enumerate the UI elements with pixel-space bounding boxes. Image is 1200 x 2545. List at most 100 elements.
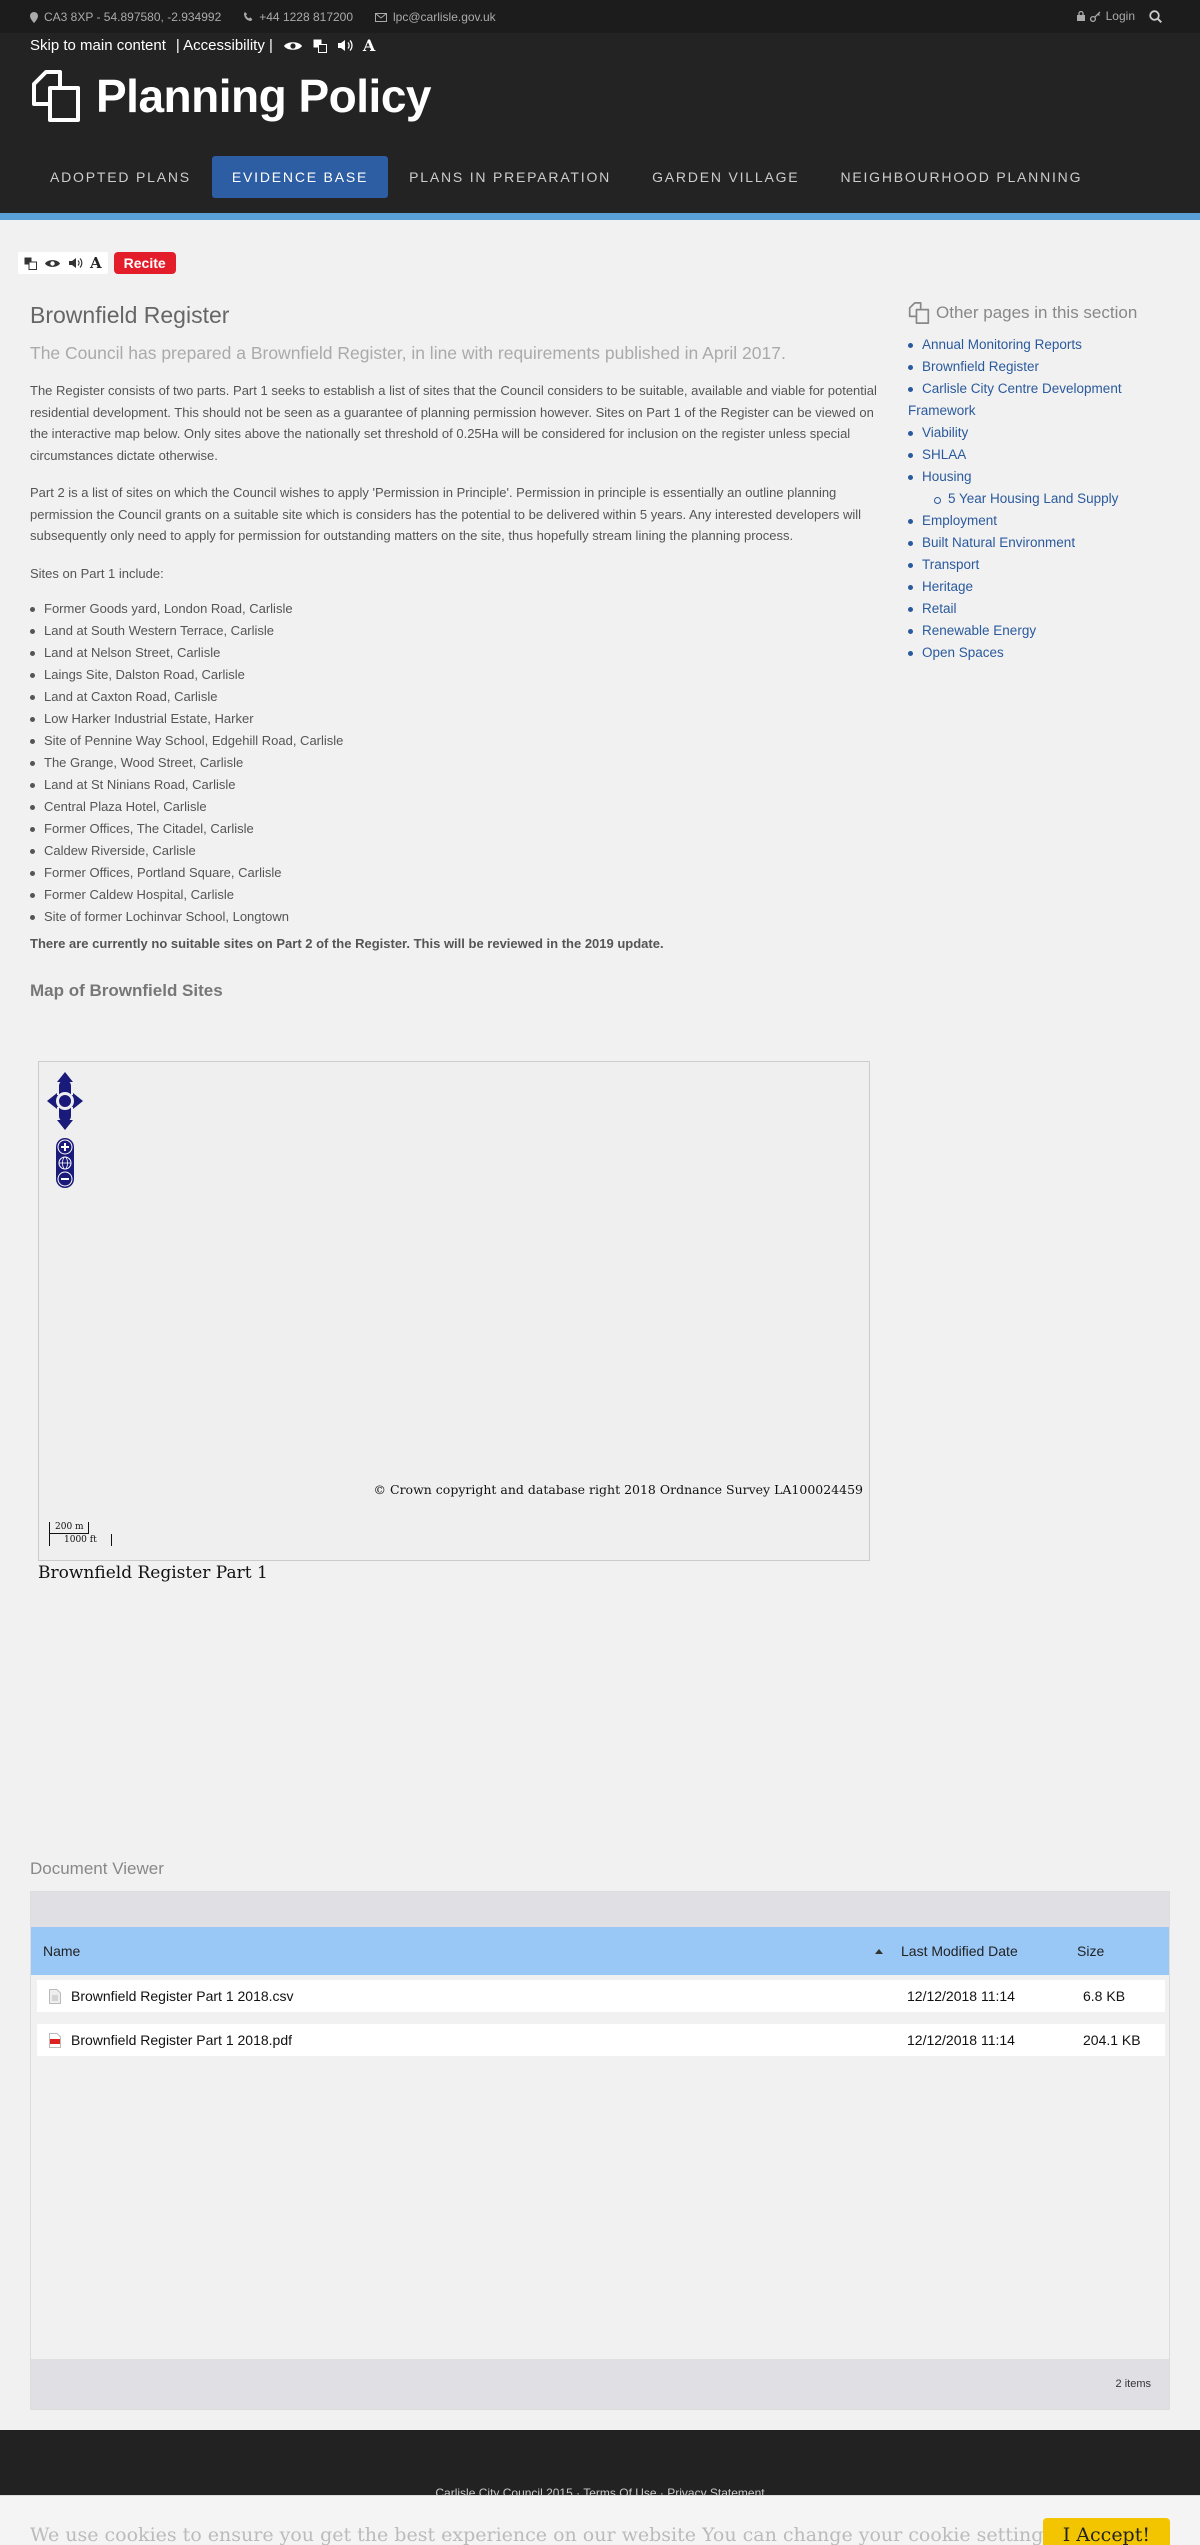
sidebar-link[interactable]: Open Spaces [922,645,1004,660]
column-header-size[interactable]: Size [1077,1943,1157,1959]
translate-icon[interactable] [24,257,37,270]
pan-control[interactable] [47,1072,83,1130]
recite-logo[interactable]: Recite [113,252,176,274]
page-title: Brownfield Register [30,302,230,328]
document-viewer-title: Document Viewer [30,1859,164,1878]
accessibility-link[interactable]: | Accessibility | [176,37,273,54]
modified-cell: 12/12/2018 11:14 [907,1988,1015,2004]
register-description: The Register consists of two parts. Part… [30,383,877,463]
list-item: Site of former Lochinvar School, Longtow… [30,906,878,928]
sidebar-title-text: Other pages in this section [936,303,1138,322]
sort-ascending-icon[interactable] [875,1948,883,1954]
sidebar-link[interactable]: Built Natural Environment [922,535,1075,550]
part2-note: There are currently no suitable sites on… [30,936,664,951]
sidebar-links: Annual Monitoring Reports Brownfield Reg… [908,334,1178,664]
modified-cell: 12/12/2018 11:14 [907,2032,1015,2048]
sidebar-link[interactable]: Renewable Energy [922,623,1036,638]
sidebar-link[interactable]: Brownfield Register [922,359,1039,374]
sidebar-link[interactable]: Annual Monitoring Reports [922,337,1082,352]
table-header: Name Last Modified Date Size [31,1927,1169,1975]
text-size-icon[interactable]: A [90,254,102,272]
documents-icon [908,302,930,324]
table-row[interactable]: Brownfield Register Part 1 2018.pdf 12/1… [37,2024,1165,2056]
list-item: Former Caldew Hospital, Carlisle [30,884,878,906]
phone-icon [244,12,253,21]
scale-metric: 200 m [49,1522,89,1534]
sidebar-item-employment[interactable]: Employment [908,510,1178,532]
accept-cookies-button[interactable]: I Accept! [1042,2518,1170,2545]
header-accent-line [0,213,1200,220]
column-header-name[interactable]: Name [31,1943,901,1959]
sidebar-item-heritage[interactable]: Heritage [908,576,1178,598]
list-item: Former Goods yard, London Road, Carlisle [30,598,878,620]
document-file-icon [49,1988,61,2004]
sidebar-item-retail[interactable]: Retail [908,598,1178,620]
site-header: Skip to main content | Accessibility | A… [0,33,1200,213]
site-title: Planning Policy [96,70,432,122]
sidebar-item-brownfield-register[interactable]: Brownfield Register [908,356,1178,378]
nav-neighbourhood-planning[interactable]: NEIGHBOURHOOD PLANNING [820,156,1102,198]
phone-item[interactable]: +44 1228 817200 [243,10,353,24]
translate-icon[interactable] [313,39,327,53]
sidebar-link[interactable]: Carlisle City Centre Development Framewo… [908,381,1122,418]
list-item: Land at St Ninians Road, Carlisle [30,774,878,796]
map-copyright: © Crown copyright and database right 201… [373,1482,863,1497]
file-name[interactable]: Brownfield Register Part 1 2018.csv [71,1988,294,2004]
skip-to-content-link[interactable]: Skip to main content [30,37,166,54]
sidebar-link[interactable]: SHLAA [922,447,966,462]
brownfield-map[interactable]: © Crown copyright and database right 201… [38,1061,870,1561]
zoom-out-button[interactable] [57,1171,73,1187]
sidebar-item-renewable-energy[interactable]: Renewable Energy [908,620,1178,642]
nav-plans-in-preparation[interactable]: PLANS IN PREPARATION [389,156,631,198]
address-item: CA3 8XP - 54.897580, -2.934992 [30,10,221,24]
map-pin-icon [30,11,38,23]
sidebar-item-viability[interactable]: Viability [908,422,1178,444]
email-item[interactable]: lpc@carlisle.gov.uk [375,10,496,24]
pdf-file-icon [49,2032,61,2048]
column-header-modified[interactable]: Last Modified Date [901,1943,1077,1959]
sidebar-link[interactable]: Housing [922,469,972,484]
sidebar-link[interactable]: Employment [922,513,997,528]
file-name[interactable]: Brownfield Register Part 1 2018.pdf [71,2032,292,2048]
sidebar-item-5-year-housing[interactable]: 5 Year Housing Land Supply [908,488,1178,510]
speaker-icon[interactable] [68,257,83,269]
scale-imperial: 1000 ft [49,1534,112,1546]
nav-evidence-base[interactable]: EVIDENCE BASE [211,156,389,198]
sidebar-item-housing[interactable]: Housing [908,466,1178,488]
sidebar-item-annual-monitoring-reports[interactable]: Annual Monitoring Reports [908,334,1178,356]
map-heading: Map of Brownfield Sites [30,981,223,1000]
sidebar: Other pages in this section Annual Monit… [908,302,1178,664]
list-item: Land at Caxton Road, Carlisle [30,686,878,708]
eye-icon[interactable] [44,258,61,269]
list-item: Caldew Riverside, Carlisle [30,840,878,862]
list-item: Land at Nelson Street, Carlisle [30,642,878,664]
sidebar-item-built-natural-environment[interactable]: Built Natural Environment [908,532,1178,554]
sidebar-title: Other pages in this section [908,302,1178,324]
sidebar-link[interactable]: Retail [922,601,957,616]
sidebar-item-open-spaces[interactable]: Open Spaces [908,642,1178,664]
sidebar-link[interactable]: 5 Year Housing Land Supply [948,491,1118,506]
accessibility-toolbar: Skip to main content | Accessibility | A [30,36,375,55]
key-icon [1089,11,1101,22]
nav-adopted-plans[interactable]: ADOPTED PLANS [30,156,211,198]
sites-intro: Sites on Part 1 include: [30,565,164,581]
site-brand[interactable]: Planning Policy [30,69,432,123]
search-icon[interactable] [1149,9,1162,23]
sidebar-item-shlaa[interactable]: SHLAA [908,444,1178,466]
eye-icon[interactable] [283,40,303,52]
lock-icon [1076,11,1085,21]
sidebar-item-transport[interactable]: Transport [908,554,1178,576]
envelope-icon [375,12,388,22]
sidebar-link[interactable]: Heritage [922,579,973,594]
sidebar-item-city-centre-framework[interactable]: Carlisle City Centre Development Framewo… [908,378,1178,422]
sidebar-link[interactable]: Transport [922,557,979,572]
speaker-icon[interactable] [337,39,353,52]
nav-garden-village[interactable]: GARDEN VILLAGE [632,156,819,198]
text-size-icon[interactable]: A [363,36,375,55]
zoom-in-button[interactable] [57,1139,73,1155]
list-item: Low Harker Industrial Estate, Harker [30,708,878,730]
login-link[interactable]: Login [1076,9,1135,23]
sidebar-link[interactable]: Viability [922,425,968,440]
table-row[interactable]: Brownfield Register Part 1 2018.csv 12/1… [37,1980,1165,2012]
phone-text: +44 1228 817200 [259,10,354,24]
